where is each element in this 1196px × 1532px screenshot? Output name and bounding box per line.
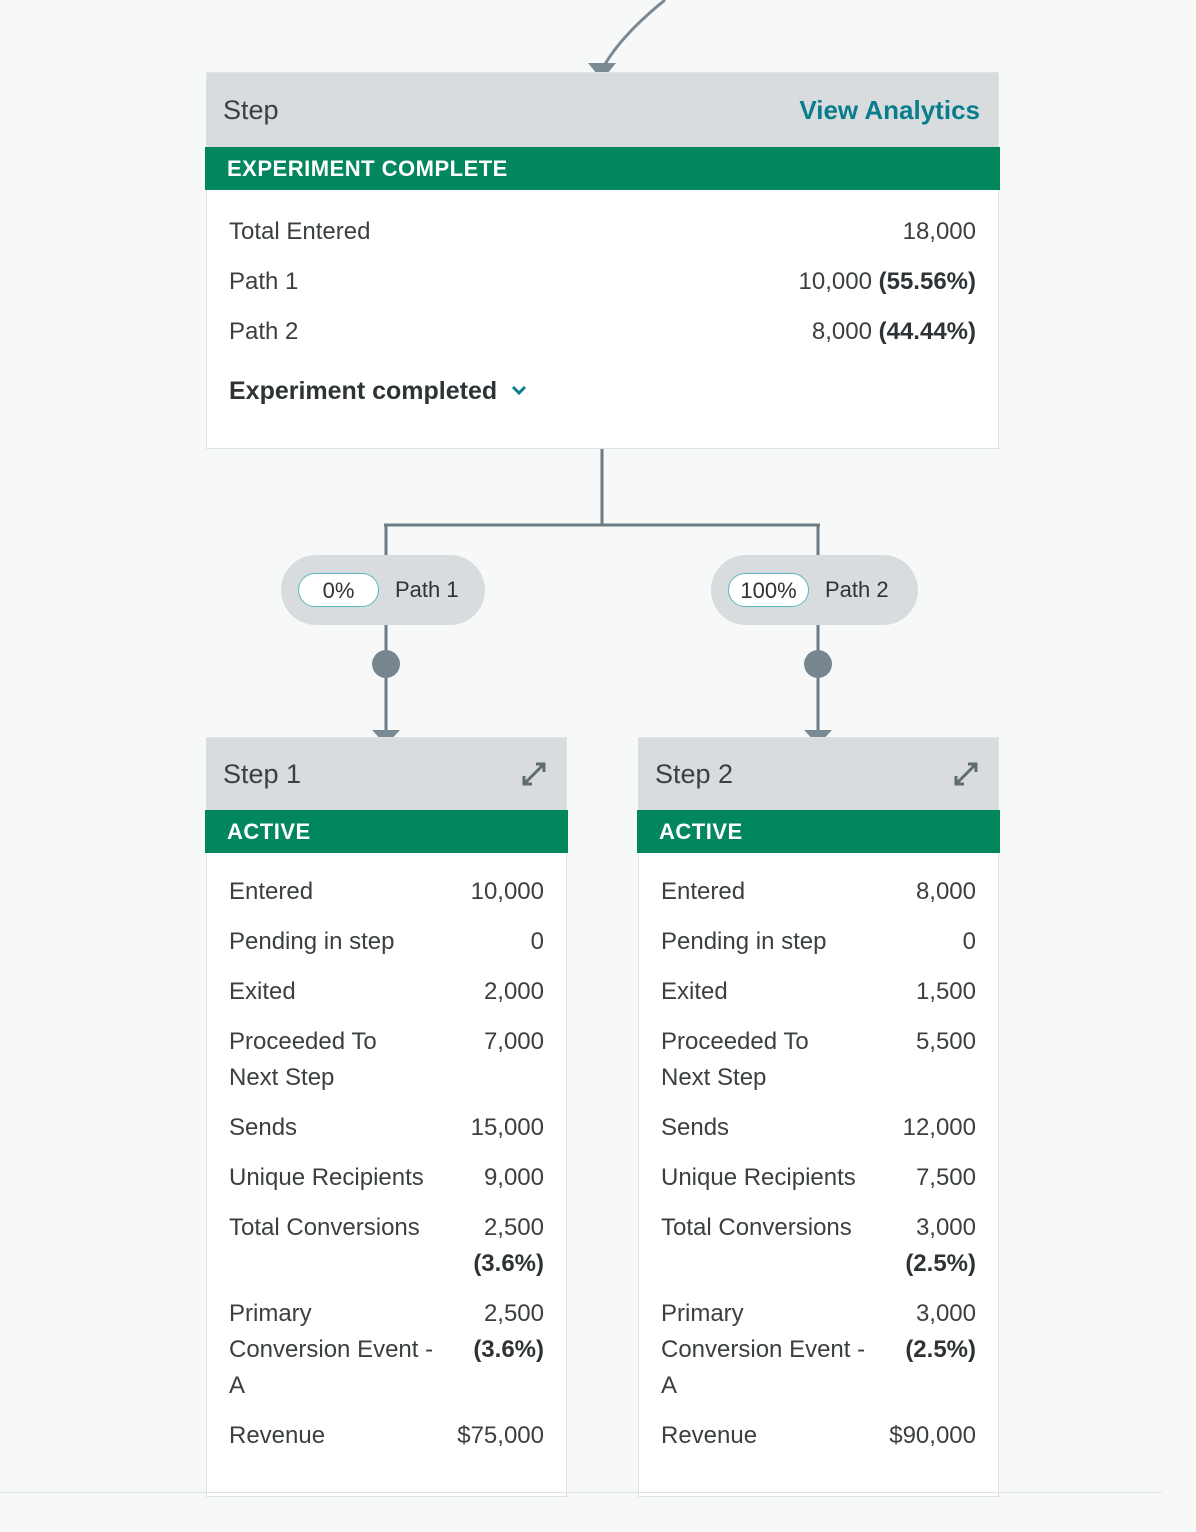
- view-analytics-link[interactable]: View Analytics: [799, 95, 980, 126]
- stat-row-sends: Sends 15,000: [229, 1114, 544, 1141]
- page-divider: [0, 1492, 1162, 1493]
- stat-row-unique-recipients: Unique Recipients 7,500: [661, 1164, 976, 1191]
- stat-row-total-conversions: Total Conversions 2,500 (3.6%): [229, 1214, 544, 1277]
- stat-label: Path 1: [229, 268, 299, 295]
- step2-title: Step 2: [655, 758, 734, 789]
- path2-node: [804, 650, 832, 678]
- step1-card-header: Step 1: [207, 738, 566, 810]
- stat-value: 18,000: [902, 218, 976, 245]
- expand-icon[interactable]: [952, 760, 980, 788]
- stat-row-total-entered: Total Entered 18,000: [229, 210, 976, 257]
- stat-row-revenue: Revenue $75,000: [229, 1422, 544, 1449]
- step1-title: Step 1: [223, 758, 302, 789]
- experiment-status-dropdown[interactable]: Experiment completed: [229, 357, 976, 406]
- stat-value: 10,000 (55.56%): [798, 268, 976, 295]
- stat-row-exited: Exited 1,500: [661, 978, 976, 1005]
- stat-row-sends: Sends 12,000: [661, 1114, 976, 1141]
- experiment-card-header: Step View Analytics: [207, 73, 998, 147]
- stat-row-path2: Path 2 8,000 (44.44%): [229, 307, 976, 357]
- experiment-step-card: Step View Analytics EXPERIMENT COMPLETE …: [205, 72, 1000, 449]
- expand-icon[interactable]: [520, 760, 548, 788]
- stat-row-path1: Path 1 10,000 (55.56%): [229, 257, 976, 307]
- step1-status-bar: ACTIVE: [205, 810, 568, 853]
- step1-card: Step 1 ACTIVE Entered 10,000 Pending in s…: [205, 737, 568, 1497]
- path2-label: Path 2: [825, 577, 889, 602]
- path2-percentage[interactable]: 100%: [728, 573, 809, 607]
- stat-row-pending: Pending in step 0: [661, 928, 976, 955]
- stat-row-exited: Exited 2,000: [229, 978, 544, 1005]
- experiment-card-title: Step: [223, 94, 279, 125]
- path2-pill[interactable]: 100% Path 2: [711, 555, 918, 625]
- path1-pill[interactable]: 0% Path 1: [281, 555, 485, 625]
- stat-value: 8,000 (44.44%): [811, 318, 976, 345]
- chevron-down-icon: [511, 380, 527, 401]
- stat-row-pending: Pending in step 0: [229, 928, 544, 955]
- stat-row-revenue: Revenue $90,000: [661, 1422, 976, 1449]
- stat-row-proceeded: Proceeded To Next Step 5,500: [661, 1028, 976, 1091]
- stat-row-primary-conversion: Primary Conversion Event - A 3,000 (2.5%): [661, 1300, 976, 1399]
- path1-node: [372, 650, 400, 678]
- dropdown-label: Experiment completed: [229, 377, 498, 405]
- incoming-connector: [601, 0, 666, 69]
- experiment-status-bar: EXPERIMENT COMPLETE: [205, 147, 1000, 190]
- stat-label: Path 2: [229, 318, 299, 345]
- step2-status-bar: ACTIVE: [637, 810, 1000, 853]
- stat-row-unique-recipients: Unique Recipients 9,000: [229, 1164, 544, 1191]
- stat-row-total-conversions: Total Conversions 3,000 (2.5%): [661, 1214, 976, 1277]
- stat-row-entered: Entered 10,000: [229, 878, 544, 905]
- stat-row-proceeded: Proceeded To Next Step 7,000: [229, 1028, 544, 1091]
- step2-card: Step 2 ACTIVE Entered 8,000 Pending in st…: [637, 737, 1000, 1497]
- path1-label: Path 1: [395, 577, 459, 602]
- stat-row-entered: Entered 8,000: [661, 878, 976, 905]
- path1-percentage[interactable]: 0%: [298, 573, 379, 607]
- stat-label: Total Entered: [229, 218, 371, 245]
- stat-row-primary-conversion: Primary Conversion Event - A 2,500 (3.6%): [229, 1300, 544, 1399]
- step2-card-header: Step 2: [639, 738, 998, 810]
